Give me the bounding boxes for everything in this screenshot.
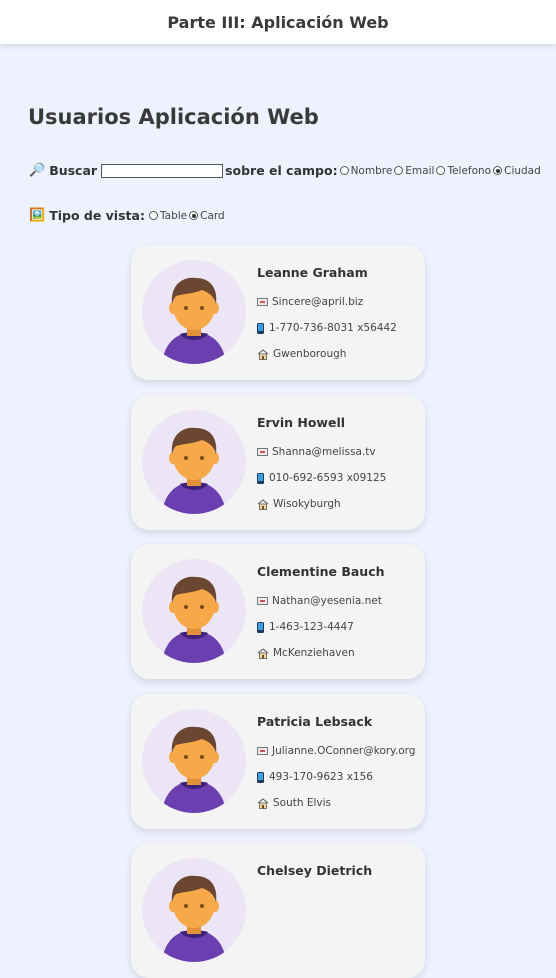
view-type-label: Tipo de vista: — [49, 208, 145, 223]
user-city-line: McKenziehaven — [257, 647, 355, 659]
view-type-radio-group: Table Card — [148, 209, 227, 222]
user-name: Clementine Bauch — [257, 564, 385, 579]
avatar-illustration — [162, 427, 226, 514]
user-phone: 010-692-6593 x09125 — [269, 472, 387, 484]
user-email-line: Nathan@yesenia.net — [257, 595, 382, 607]
user-name: Ervin Howell — [257, 415, 346, 430]
phone-icon — [257, 621, 264, 633]
radio-ciudad-circle[interactable] — [493, 166, 503, 175]
avatar — [142, 260, 246, 364]
page-title: Usuarios Aplicación Web — [28, 105, 319, 129]
phone-icon — [257, 771, 264, 783]
house-icon — [257, 348, 269, 360]
user-phone: 493-170-9623 x156 — [269, 771, 373, 783]
view-type-row: 🖼️ Tipo de vista: Table Card — [29, 208, 227, 223]
user-phone-line: 493-170-9623 x156 — [257, 771, 373, 783]
radio-table-circle[interactable] — [148, 211, 158, 220]
user-city-line: Gwenborough — [257, 348, 346, 360]
user-city: McKenziehaven — [273, 647, 355, 659]
mail-icon — [257, 597, 268, 605]
radio-telefono[interactable]: Telefono — [436, 165, 491, 177]
user-city-line: South Elvis — [257, 797, 331, 809]
radio-email[interactable]: Email — [394, 165, 434, 177]
picture-icon: 🖼️ — [29, 208, 46, 223]
user-card[interactable]: Clementine Bauch Nathan@yesenia.net 1-46… — [131, 544, 425, 679]
radio-card-label: Card — [200, 209, 225, 222]
top-bar: Parte III: Aplicación Web — [0, 0, 556, 44]
avatar-illustration — [162, 726, 226, 813]
radio-table-label: Table — [159, 209, 188, 222]
user-card[interactable]: Chelsey Dietrich — [131, 843, 425, 978]
radio-table[interactable]: Table — [148, 209, 188, 222]
avatar — [142, 709, 246, 813]
phone-icon — [257, 472, 264, 484]
magnifier-icon: 🔎 — [29, 163, 46, 178]
avatar — [142, 410, 246, 514]
user-phone: 1-770-736-8031 x56442 — [269, 322, 397, 334]
user-email: Shanna@melissa.tv — [272, 446, 376, 458]
user-card[interactable]: Leanne Graham Sincere@april.biz 1-770-73… — [131, 245, 425, 380]
user-phone-line: 010-692-6593 x09125 — [257, 472, 386, 484]
user-city: South Elvis — [273, 797, 332, 809]
user-card[interactable]: Ervin Howell Shanna@melissa.tv 010-692-6… — [131, 395, 425, 530]
user-phone-line: 1-770-736-8031 x56442 — [257, 322, 397, 334]
mail-icon — [257, 298, 268, 306]
user-phone: 1-463-123-4447 — [269, 621, 354, 633]
user-name: Leanne Graham — [257, 265, 368, 280]
user-email-line: Shanna@melissa.tv — [257, 446, 376, 458]
radio-telefono-label: Telefono — [447, 164, 492, 177]
radio-email-label: Email — [405, 164, 435, 177]
house-icon — [257, 498, 269, 510]
mail-icon — [257, 448, 268, 456]
avatar-illustration — [162, 277, 226, 364]
search-label: Buscar — [49, 163, 98, 178]
radio-nombre-label: Nombre — [350, 164, 393, 177]
radio-card-circle[interactable] — [189, 211, 199, 220]
radio-telefono-circle[interactable] — [436, 166, 446, 175]
radio-email-circle[interactable] — [394, 166, 404, 175]
user-name: Patricia Lebsack — [257, 714, 373, 729]
radio-nombre-circle[interactable] — [339, 166, 349, 175]
avatar — [142, 559, 246, 663]
user-city: Wisokyburgh — [273, 498, 341, 510]
avatar-illustration — [162, 576, 226, 663]
user-email: Julianne.OConner@kory.org — [272, 745, 416, 757]
user-card[interactable]: Patricia Lebsack Julianne.OConner@kory.o… — [131, 694, 425, 829]
user-email-line: Julianne.OConner@kory.org — [257, 745, 415, 757]
radio-ciudad[interactable]: Ciudad — [493, 165, 541, 177]
search-field-radio-group: Nombre Email Telefono Ciudad — [339, 164, 543, 177]
user-email: Nathan@yesenia.net — [272, 595, 382, 607]
mail-icon — [257, 747, 268, 755]
house-icon — [257, 797, 269, 809]
radio-ciudad-label: Ciudad — [504, 164, 541, 177]
user-email: Sincere@april.biz — [272, 296, 364, 308]
radio-card[interactable]: Card — [189, 210, 225, 222]
radio-nombre[interactable]: Nombre — [339, 164, 393, 177]
search-row: 🔎 Buscar sobre el campo: Nombre Email Te… — [29, 163, 543, 178]
house-icon — [257, 647, 269, 659]
phone-icon — [257, 322, 264, 334]
user-city-line: Wisokyburgh — [257, 498, 341, 510]
user-phone-line: 1-463-123-4447 — [257, 621, 354, 633]
search-field-label: sobre el campo: — [225, 163, 338, 178]
search-input[interactable] — [101, 163, 224, 178]
app-title: Parte III: Aplicación Web — [167, 12, 389, 32]
user-city: Gwenborough — [273, 348, 347, 360]
user-email-line: Sincere@april.biz — [257, 296, 363, 308]
user-name: Chelsey Dietrich — [257, 863, 373, 878]
